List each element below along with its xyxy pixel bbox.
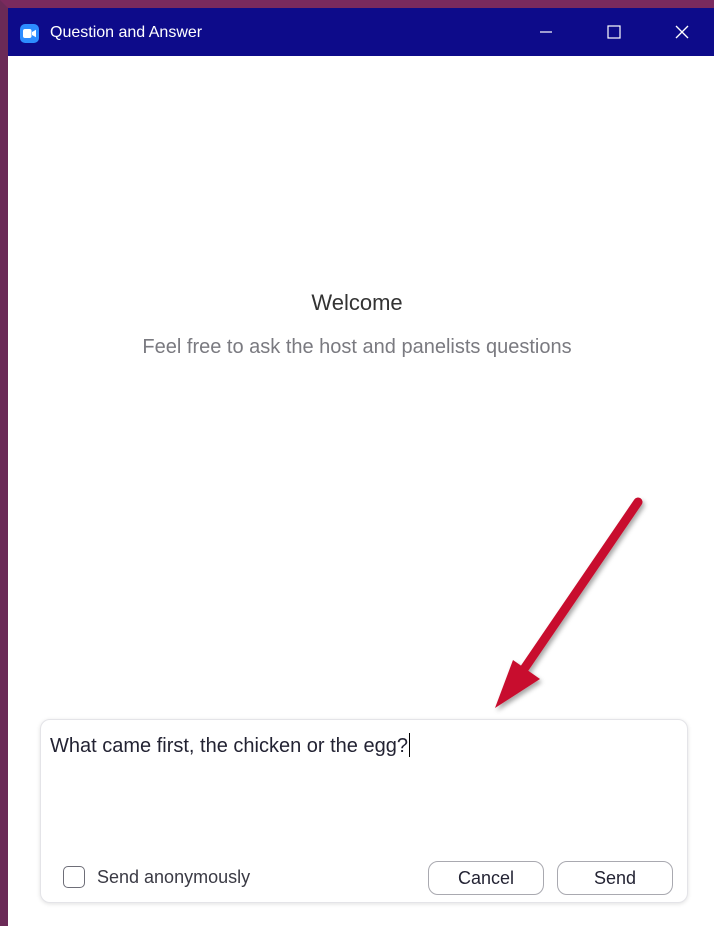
title-bar[interactable]: Question and Answer	[8, 8, 714, 56]
minimize-button[interactable]	[516, 8, 576, 56]
welcome-title: Welcome	[311, 290, 403, 315]
question-compose-box: What came first, the chicken or the egg?…	[40, 719, 688, 903]
cancel-button[interactable]: Cancel	[428, 861, 544, 895]
send-anonymously-checkbox[interactable]	[63, 866, 85, 888]
question-input[interactable]: What came first, the chicken or the egg?	[50, 733, 410, 758]
minimize-icon	[540, 31, 552, 33]
text-caret	[408, 733, 410, 757]
send-anonymously-label[interactable]: Send anonymously	[97, 867, 250, 888]
send-button[interactable]: Send	[557, 861, 673, 895]
close-button[interactable]	[652, 8, 712, 56]
welcome-subtitle: Feel free to ask the host and panelists …	[142, 336, 572, 358]
question-input-value: What came first, the chicken or the egg?	[50, 735, 408, 757]
maximize-button[interactable]	[584, 8, 644, 56]
maximize-icon	[607, 25, 621, 39]
window-title: Question and Answer	[50, 24, 203, 41]
close-icon	[675, 25, 689, 39]
zoom-camera-icon	[20, 24, 39, 43]
